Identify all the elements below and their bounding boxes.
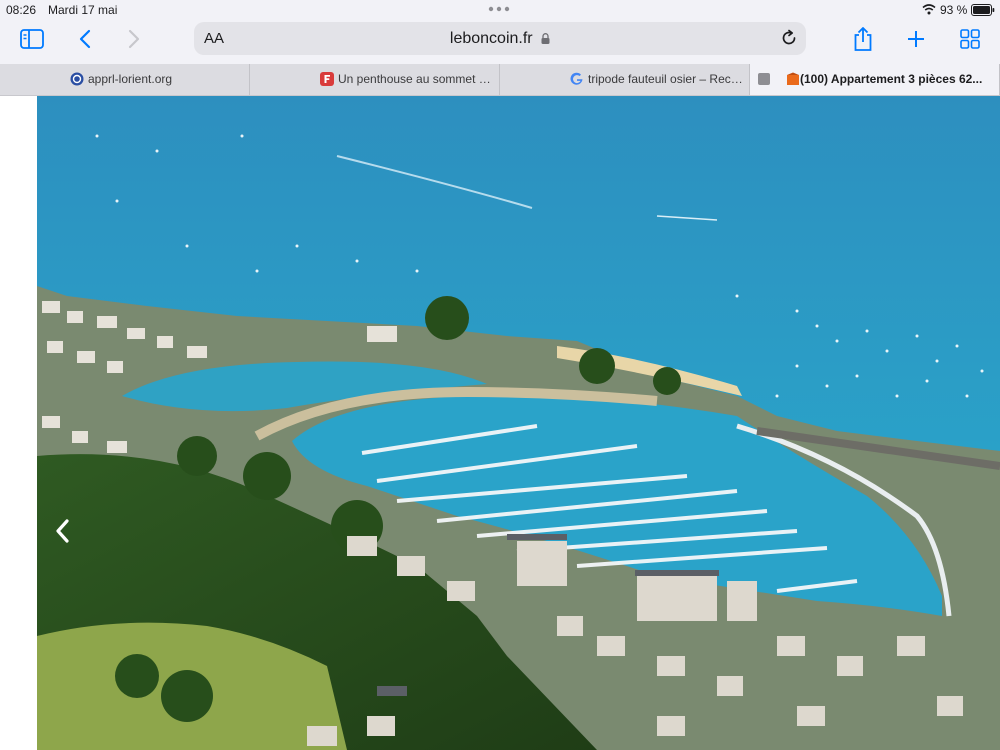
tab-leboncoin-active[interactable]: (100) Appartement 3 pièces 62... (750, 64, 1000, 95)
forward-icon[interactable] (127, 29, 141, 49)
back-icon[interactable] (78, 29, 92, 49)
wifi-icon (922, 4, 936, 15)
new-tab-icon[interactable] (906, 29, 926, 49)
status-date: Mardi 17 mai (48, 3, 118, 17)
tab-label: (100) Appartement 3 pièces 62... (800, 72, 983, 86)
tab-apprl-lorient[interactable]: apprl-lorient.org (0, 64, 250, 95)
reload-icon[interactable] (780, 29, 798, 47)
tab-label: tripode fauteuil osier – Recherch... (588, 72, 743, 86)
tab-bar: apprl-lorient.org Un penthouse au sommet… (0, 64, 1000, 96)
listing-photo[interactable] (37, 96, 1000, 750)
address-domain: leboncoin.fr (449, 30, 533, 47)
chevron-left-icon[interactable] (52, 516, 74, 546)
google-favicon-icon (570, 72, 583, 85)
apprl-favicon-icon (70, 72, 84, 86)
address-domain-row: leboncoin.fr (194, 30, 806, 48)
tab-label: Un penthouse au sommet d’un p... (338, 72, 493, 86)
tab-overview-icon[interactable] (960, 29, 980, 49)
tab-label: apprl-lorient.org (88, 72, 173, 86)
close-tab-icon[interactable] (758, 73, 770, 85)
tab-penthouse[interactable]: Un penthouse au sommet d’un p... (250, 64, 500, 95)
aerial-marina-photo (37, 96, 1000, 750)
address-bar[interactable]: AA leboncoin.fr (194, 22, 806, 55)
share-icon[interactable] (852, 26, 874, 52)
figaro-favicon-icon (320, 72, 334, 86)
page-content (0, 96, 1000, 750)
multitasking-dots-icon[interactable] (488, 4, 510, 14)
status-bar: 08:26 Mardi 17 mai 93 % (0, 0, 1000, 20)
battery-percent: 93 % (940, 3, 968, 17)
leboncoin-favicon-icon (787, 72, 799, 85)
sidebar-icon[interactable] (20, 29, 44, 49)
status-time: 08:26 (6, 3, 37, 17)
tab-google-search[interactable]: tripode fauteuil osier – Recherch... (500, 64, 750, 95)
lock-icon (541, 33, 550, 44)
browser-toolbar: AA leboncoin.fr (0, 20, 1000, 64)
battery-icon (971, 4, 995, 16)
